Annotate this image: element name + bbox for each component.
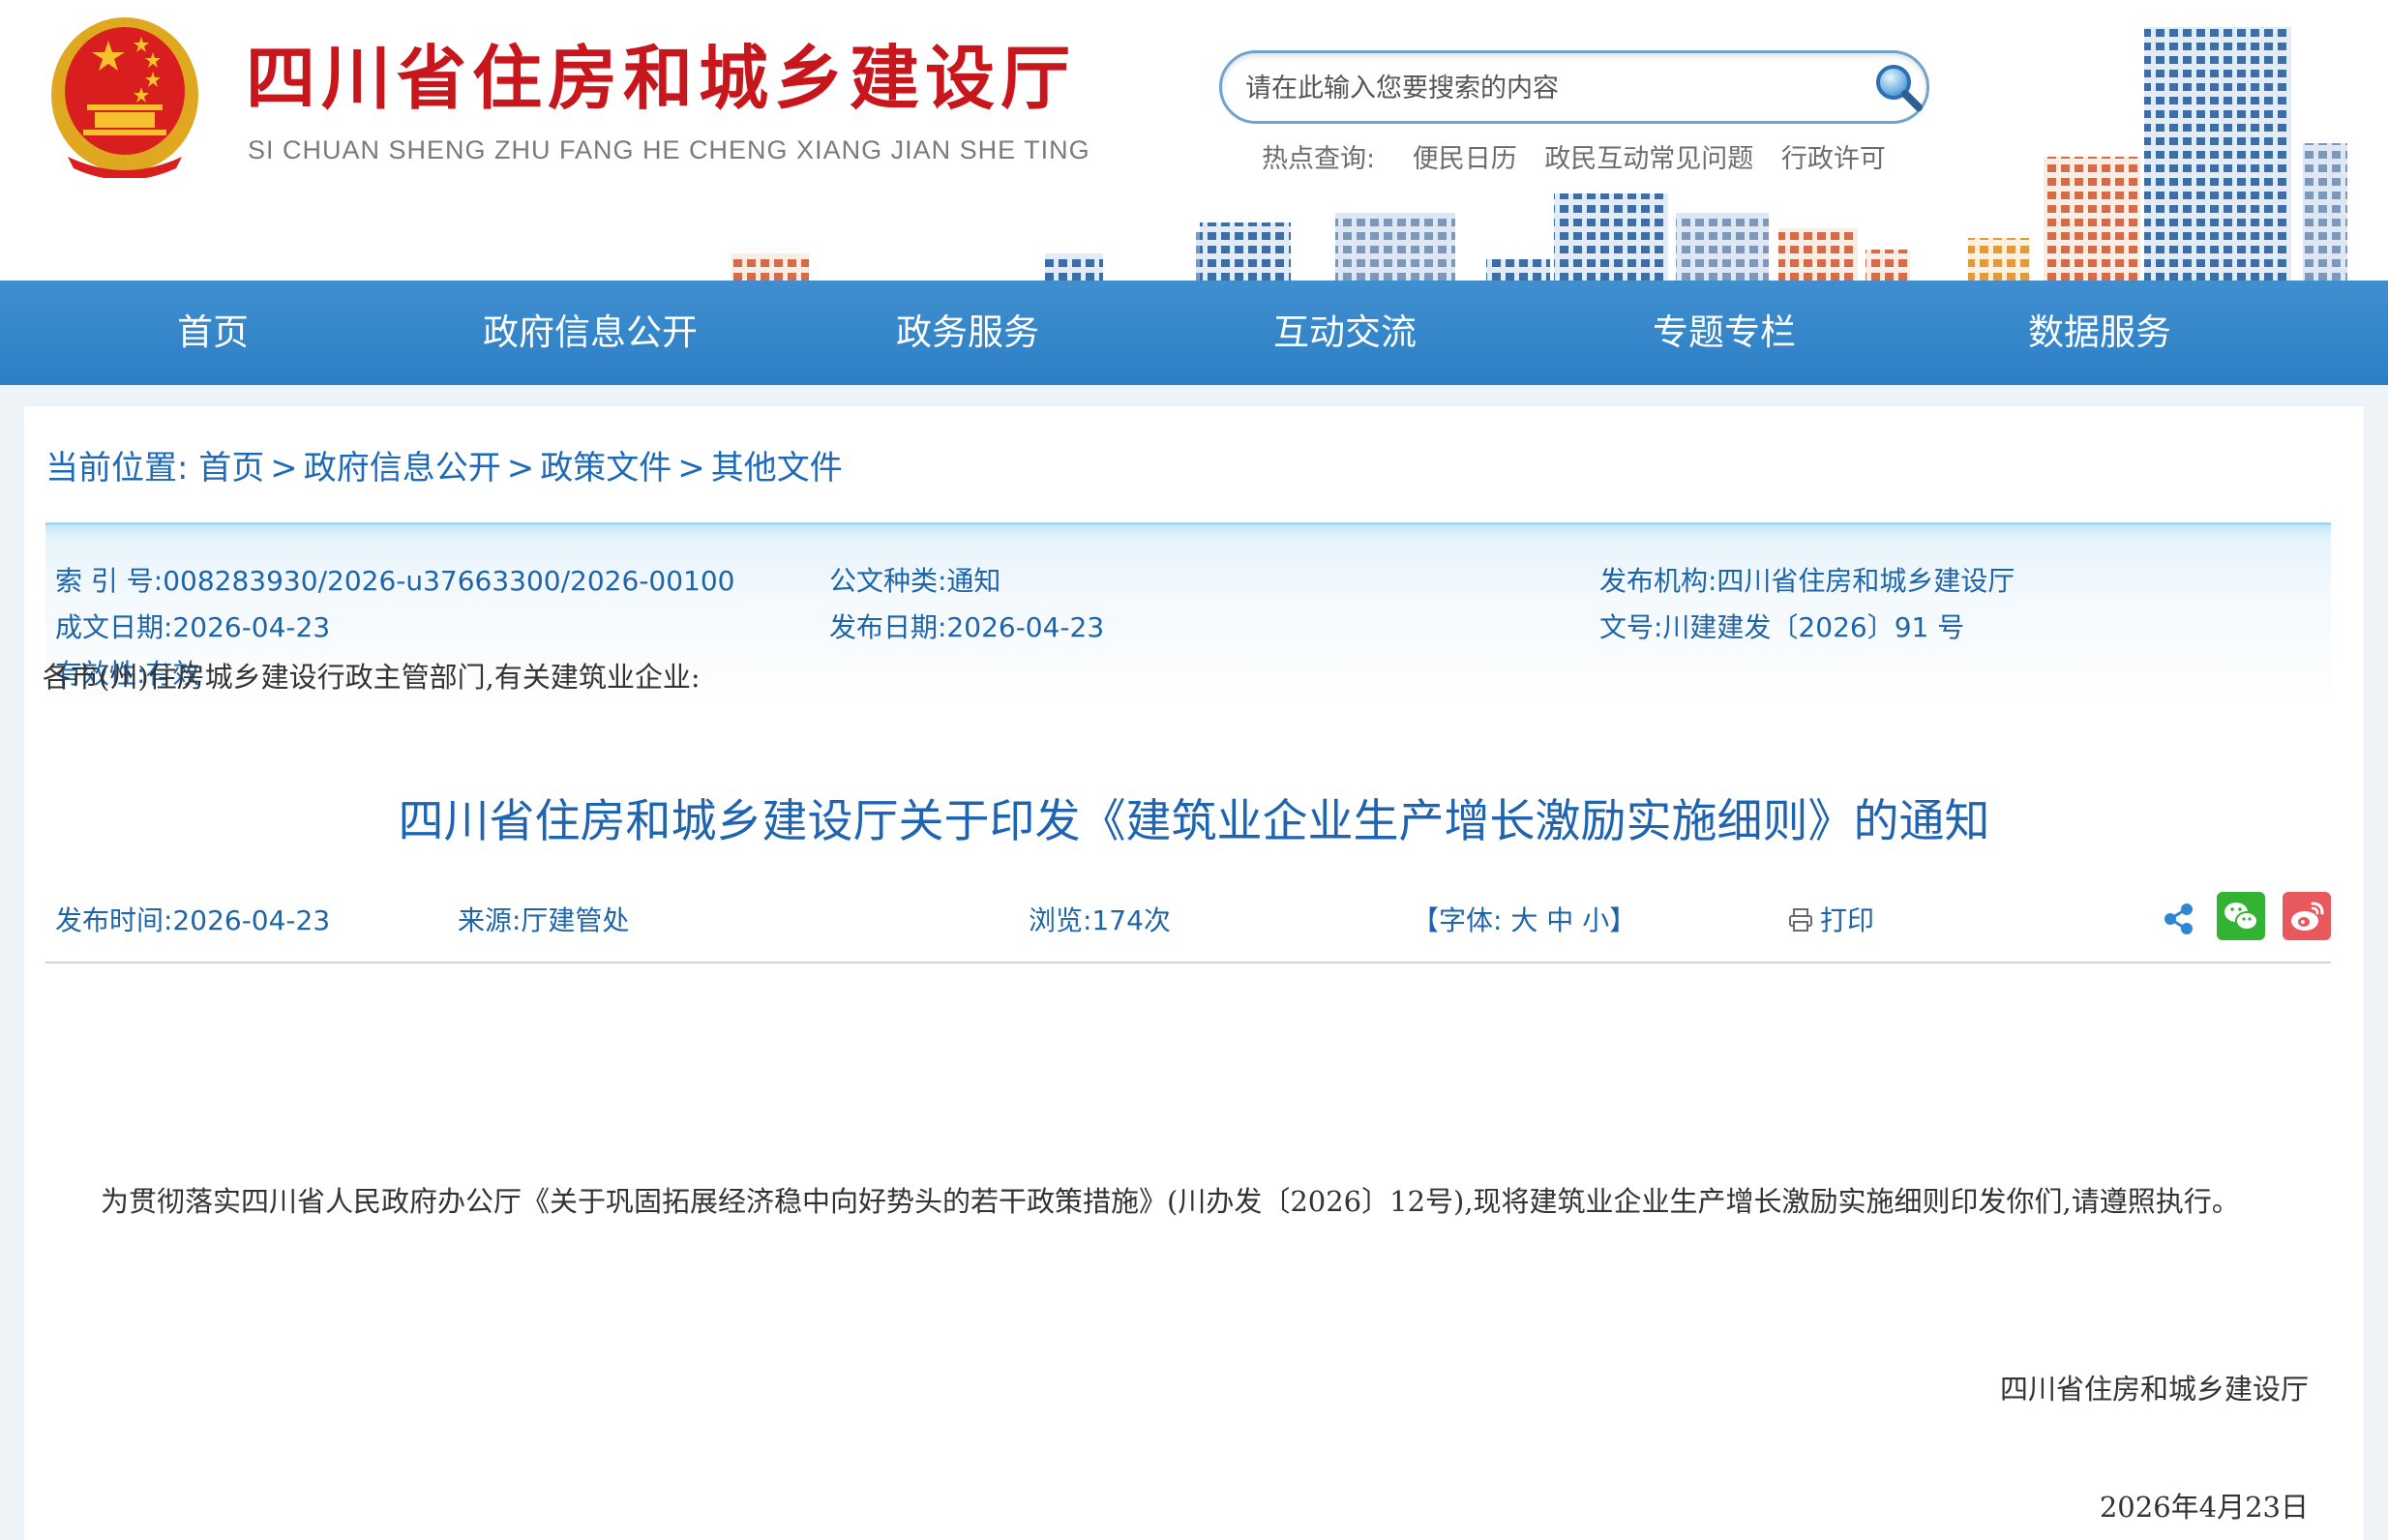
article-publish-time: 发布时间:2026-04-23	[55, 904, 331, 936]
font-size-medium-button[interactable]: 中	[1546, 904, 1573, 936]
meta-document-category: 公文种类:通知	[829, 565, 1001, 597]
meta-publish-date: 发布日期:2026-04-23	[829, 611, 1105, 643]
hot-link-calendar[interactable]: 便民日历	[1413, 144, 1517, 174]
site-title: 四川省住房和城乡建设厅	[246, 37, 1077, 119]
letter-date: 2026年4月23日	[2099, 1491, 2309, 1524]
letter-body-paragraph: 为贯彻落实四川省人民政府办公厅《关于巩固拓展经济稳中向好势头的若干政策措施》(川…	[101, 1185, 2240, 1218]
nav-data-services[interactable]: 数据服务	[1955, 281, 2245, 385]
breadcrumb-separator: >	[506, 449, 535, 488]
article-title: 四川省住房和城乡建设厅关于印发《建筑业企业生产增长激励实施细则》的通知	[398, 795, 1990, 848]
font-size-small-button[interactable]: 小	[1582, 904, 1609, 936]
font-size-large-button[interactable]: 大	[1510, 904, 1537, 936]
breadcrumb-policy-docs[interactable]: 政策文件	[540, 449, 672, 488]
hot-link-permit[interactable]: 行政许可	[1781, 144, 1886, 174]
breadcrumb-separator: >	[270, 449, 298, 488]
breadcrumb-gov-info[interactable]: 政府信息公开	[304, 449, 501, 488]
site-header: 四川省住房和城乡建设厅 SI CHUAN SHENG ZHU FANG HE C…	[0, 0, 2388, 281]
hot-link-faq[interactable]: 政民互动常见问题	[1544, 144, 1753, 174]
wechat-icon[interactable]	[2217, 892, 2265, 940]
share-icon[interactable]	[2161, 902, 2195, 936]
article-view-count: 浏览:174次	[1029, 904, 1171, 936]
article-source: 来源:厅建管处	[458, 904, 630, 936]
meta-document-number: 文号:川建建发〔2026〕91 号	[1599, 611, 1965, 643]
font-size-label: 【字体:	[1412, 904, 1503, 936]
letter-signature: 四川省住房和城乡建设厅	[1999, 1373, 2309, 1406]
breadcrumb: 当前位置: 首页 > 政府信息公开 > 政策文件 > 其他文件	[45, 441, 843, 489]
weibo-icon[interactable]	[2283, 892, 2331, 940]
printer-icon	[1789, 908, 1812, 932]
national-emblem-icon	[51, 17, 198, 178]
meta-index-number: 索 引 号:008283930/2026-u37663300/2026-0010…	[55, 565, 735, 597]
letter-greeting: 各市(州)住房城乡建设行政主管部门,有关建筑业企业:	[43, 661, 701, 694]
main-navigation: 首页 政府信息公开 政务服务 互动交流 专题专栏 数据服务	[0, 281, 2388, 385]
nav-home[interactable]: 首页	[68, 281, 358, 385]
breadcrumb-separator: >	[677, 449, 705, 488]
meta-publisher: 发布机构:四川省住房和城乡建设厅	[1599, 565, 2015, 597]
search-input[interactable]	[1245, 65, 1826, 111]
nav-interaction[interactable]: 互动交流	[1200, 281, 1490, 385]
content-divider	[45, 962, 2331, 963]
hot-search-links: 热点查询: 便民日历 政民互动常见问题 行政许可	[1262, 137, 1905, 175]
breadcrumb-label: 当前位置:	[45, 449, 189, 488]
hot-search-label: 热点查询:	[1262, 144, 1376, 174]
site-pinyin-subtitle: SI CHUAN SHENG ZHU FANG HE CHENG XIANG J…	[248, 135, 1090, 164]
print-label: 打印	[1820, 904, 1875, 936]
search-icon[interactable]	[1868, 57, 1928, 119]
breadcrumb-other-docs[interactable]: 其他文件	[711, 449, 843, 488]
font-size-control: 【字体: 大 中 小】	[1412, 900, 1636, 938]
breadcrumb-home[interactable]: 首页	[198, 449, 264, 488]
nav-services[interactable]: 政务服务	[822, 281, 1113, 385]
search-box	[1219, 50, 1929, 124]
nav-special-topics[interactable]: 专题专栏	[1579, 281, 1869, 385]
print-button[interactable]: 打印	[1787, 900, 1874, 938]
font-size-label-close: 】	[1609, 904, 1637, 936]
meta-document-date: 成文日期:2026-04-23	[55, 611, 331, 643]
nav-gov-info[interactable]: 政府信息公开	[445, 281, 735, 385]
